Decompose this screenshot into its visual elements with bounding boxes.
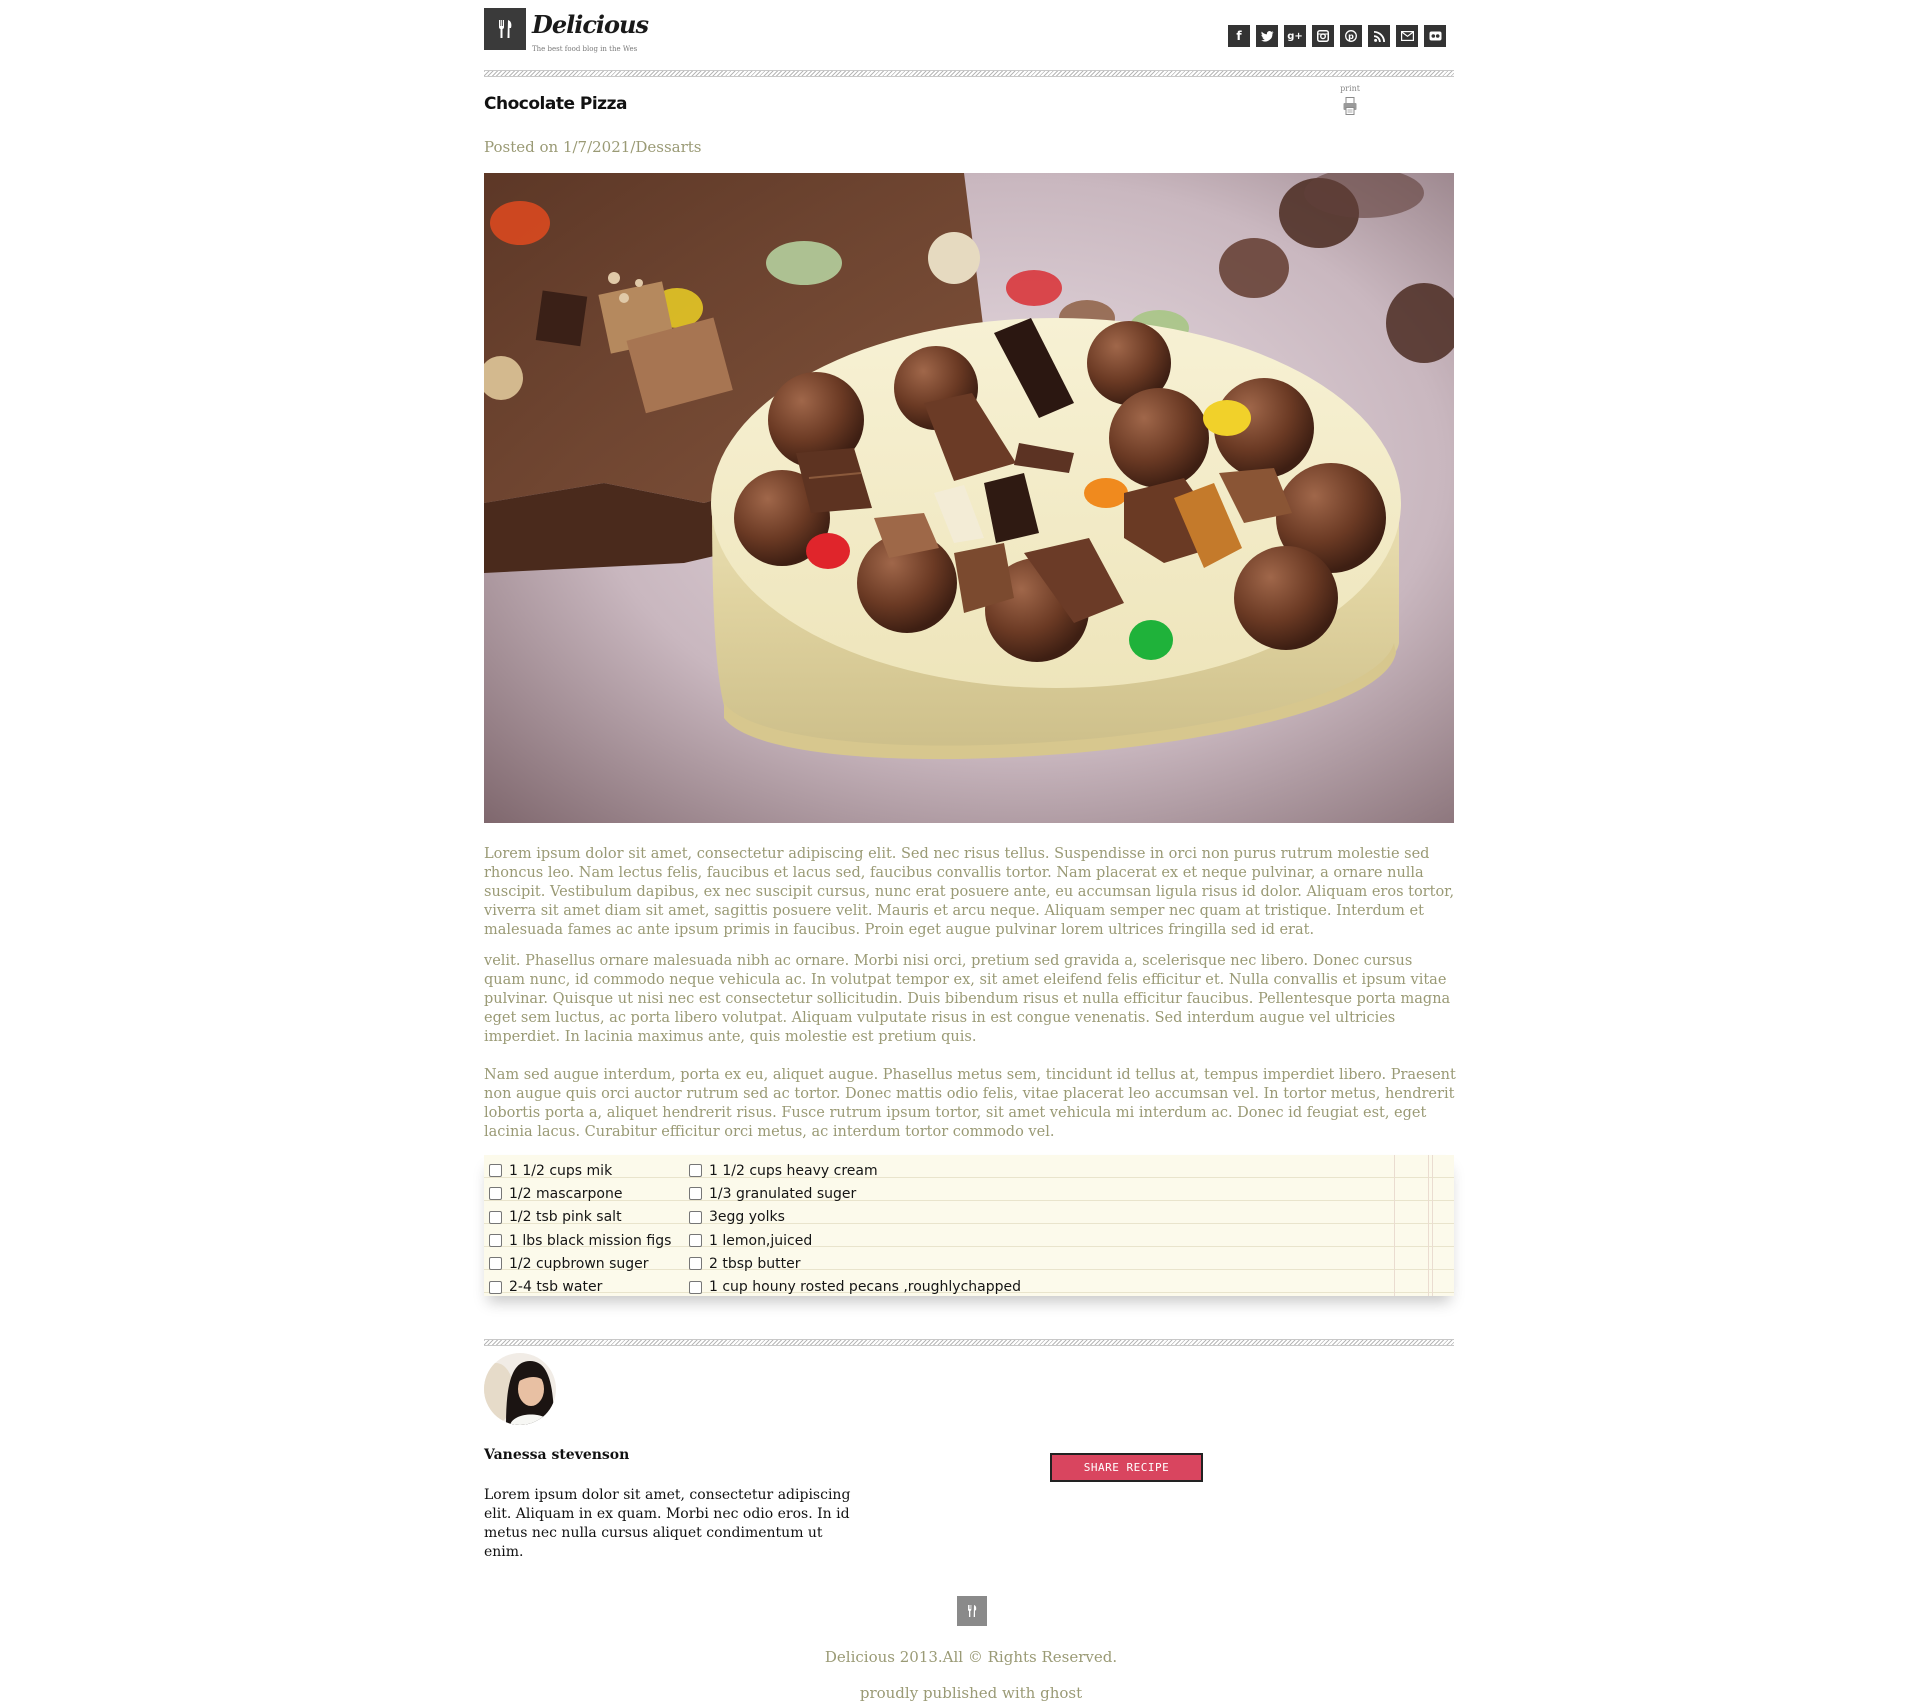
ingredient-checkbox[interactable] [489,1187,502,1201]
ingredient-item[interactable]: 1/2 tsb pink salt [484,1206,671,1229]
author-name: Vanessa stevenson [484,1447,630,1463]
ingredient-checkbox[interactable] [489,1257,502,1271]
footer-logo-icon[interactable] [957,1596,987,1626]
ingredient-checkbox[interactable] [689,1280,702,1294]
fork-knife-icon [967,1605,977,1617]
ingredients-column-left: 1 1/2 cups mik 1/2 mascarpone 1/2 tsb pi… [484,1159,671,1299]
header-divider [484,70,1454,77]
ingredient-checkbox[interactable] [489,1280,502,1294]
ingredient-item[interactable]: 1/3 granulated suger [684,1182,1021,1205]
rss-icon[interactable] [1368,25,1390,47]
post-paragraph-1: Lorem ipsum dolor sit amet, consectetur … [484,846,1455,938]
print-button[interactable]: print [1337,84,1363,115]
svg-text:p: p [1348,32,1354,41]
ingredient-item[interactable]: 1 1/2 cups mik [484,1159,671,1182]
ingredient-checkbox[interactable] [489,1164,502,1178]
post-title: Chocolate Pizza [484,94,627,114]
page: Delicious The best food blog in the Wes … [0,0,1920,1701]
mail-icon[interactable] [1396,25,1418,47]
logo-icon[interactable] [484,8,526,50]
ingredient-checkbox[interactable] [689,1187,702,1201]
ingredient-item[interactable]: 2 tbsp butter [684,1252,1021,1275]
post-paragraph-3: Nam sed augue interdum, porta ex eu, ali… [484,1067,1456,1140]
ingredient-item[interactable]: 3egg yolks [684,1206,1021,1229]
author-bio: Lorem ipsum dolor sit amet, consectetur … [484,1487,851,1560]
ingredient-item[interactable]: 1 lemon,juiced [684,1229,1021,1252]
ingredient-checkbox[interactable] [489,1210,502,1224]
pinterest-icon[interactable]: p [1340,25,1362,47]
footer-copyright: Delicious 2013.All © Rights Reserved. [824,1648,1118,1666]
ingredient-checkbox[interactable] [689,1257,702,1271]
ingredient-item[interactable]: 1 lbs black mission figs [484,1229,671,1252]
author-divider [484,1339,1454,1346]
twitter-icon[interactable] [1256,25,1278,47]
recipe-photo [484,173,1454,823]
flickr-icon[interactable] [1424,25,1446,47]
margin-line [1394,1155,1395,1296]
instagram-icon[interactable] [1312,25,1334,47]
ingredient-checkbox[interactable] [689,1210,702,1224]
share-recipe-button[interactable]: SHARE RECIPE [1050,1453,1203,1482]
ingredient-item[interactable]: 2-4 tsb water [484,1275,671,1298]
footer-published: proudly published with ghost [859,1684,1083,1701]
ingredient-item[interactable]: 1/2 mascarpone [484,1182,671,1205]
brand-tagline: The best food blog in the Wes [532,45,638,53]
ingredient-item[interactable]: 1 1/2 cups heavy cream [684,1159,1021,1182]
ingredients-column-right: 1 1/2 cups heavy cream 1/3 granulated su… [684,1159,1021,1299]
ingredient-checkbox[interactable] [689,1164,702,1178]
ingredient-item[interactable]: 1/2 cupbrown suger [484,1252,671,1275]
ingredient-item[interactable]: 1 cup houny rosted pecans ,roughlychappe… [684,1275,1021,1298]
ingredient-checkbox[interactable] [489,1234,502,1248]
google-plus-icon[interactable]: g+ [1284,25,1306,47]
margin-line [1428,1155,1429,1296]
avatar [484,1353,556,1425]
facebook-icon[interactable]: f [1228,25,1250,47]
ingredients-list: 1 1/2 cups mik 1/2 mascarpone 1/2 tsb pi… [484,1155,1454,1296]
ingredient-checkbox[interactable] [689,1234,702,1248]
fork-knife-icon [498,20,512,38]
print-label: print [1340,84,1360,93]
brand-title[interactable]: Delicious [532,10,649,39]
post-paragraph-2: velit. Phasellus ornare malesuada nibh a… [484,953,1451,1045]
margin-line [1432,1155,1433,1296]
printer-icon [1343,97,1357,115]
social-links: f g+ p [1228,25,1446,47]
post-meta: Posted on 1/7/2021/Dessarts [484,138,702,156]
